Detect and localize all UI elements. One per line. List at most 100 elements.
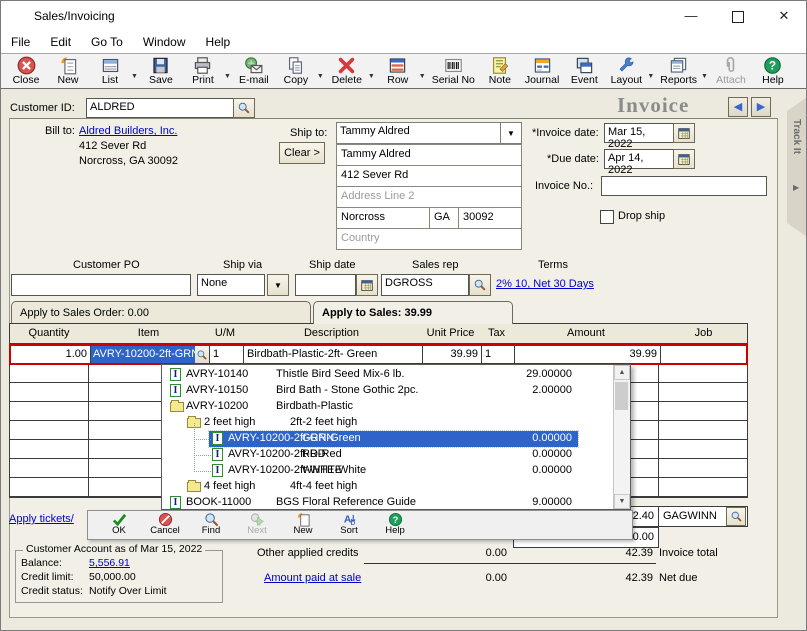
track-it-tab[interactable]: Track It ▶ xyxy=(787,97,807,237)
sales-tax-lookup-button[interactable] xyxy=(726,507,746,526)
item-lookup-button[interactable] xyxy=(195,346,210,363)
active-invoice-row[interactable]: 1.00 AVRY-10200-2ft-GRN 1 Birdbath-Plast… xyxy=(9,344,748,365)
note-button[interactable]: Note xyxy=(479,56,521,86)
lookup-row[interactable]: AVRY-10200 Birdbath-Plastic xyxy=(162,399,614,415)
menu-edit[interactable]: Edit xyxy=(40,35,81,49)
ship-via-select[interactable]: None xyxy=(197,274,265,296)
scroll-down-icon[interactable]: ▼ xyxy=(614,494,630,509)
clear-button[interactable]: Clear > xyxy=(279,142,325,164)
ship-date-calendar-button[interactable] xyxy=(356,274,378,296)
customer-po-input[interactable] xyxy=(11,274,191,296)
minimize-button[interactable]: — xyxy=(676,5,706,27)
ship-via-combo-arrow-icon[interactable]: ▼ xyxy=(267,274,289,296)
delete-dropdown-icon[interactable]: ▼ xyxy=(368,73,375,80)
ship-to-zip-field[interactable]: 30092 xyxy=(458,207,522,229)
customer-id-input[interactable]: ALDRED xyxy=(86,98,234,118)
tab-apply-to-sales[interactable]: Apply to Sales: 39.99 xyxy=(313,301,513,324)
lookup-row[interactable]: I AVRY-10150 Bird Bath - Stone Gothic 2p… xyxy=(162,383,614,399)
email-button[interactable]: E-mail xyxy=(233,56,275,86)
quantity-cell[interactable]: 1.00 xyxy=(11,346,91,363)
layout-button[interactable]: Layout xyxy=(605,56,647,86)
lookup-row[interactable]: 4 feet high 4ft-4 feet high xyxy=(162,479,614,495)
sales-rep-input[interactable]: DGROSS xyxy=(381,274,469,296)
ok-button[interactable]: OK xyxy=(96,512,142,536)
tax-cell[interactable]: 1 xyxy=(482,346,515,363)
menu-window[interactable]: Window xyxy=(133,35,196,49)
amount-paid-link[interactable]: Amount paid at sale xyxy=(264,572,361,584)
save-button[interactable]: Save xyxy=(140,56,182,86)
lookup-row[interactable]: I AVRY-10140 Thistle Bird Seed Mix-6 lb.… xyxy=(162,367,614,383)
print-dropdown-icon[interactable]: ▼ xyxy=(224,73,231,80)
um-cell[interactable]: 1 xyxy=(210,346,244,363)
drop-ship-checkbox[interactable] xyxy=(600,210,614,224)
copy-button[interactable]: Copy xyxy=(275,56,317,86)
print-button[interactable]: Print xyxy=(182,56,224,86)
ship-to-city-field[interactable]: Norcross xyxy=(336,207,430,229)
ship-to-address2-field[interactable]: Address Line 2 xyxy=(336,186,522,208)
menu-file[interactable]: File xyxy=(1,35,40,49)
previous-record-button[interactable]: ◀ xyxy=(728,97,748,117)
column-header-job[interactable]: Job xyxy=(659,327,748,339)
menu-help[interactable]: Help xyxy=(196,35,241,49)
tab-apply-to-sales-order[interactable]: Apply to Sales Order: 0.00 xyxy=(11,301,311,324)
invoice-no-input[interactable] xyxy=(601,176,767,196)
row-dropdown-icon[interactable]: ▼ xyxy=(419,73,426,80)
bill-to-customer-link[interactable]: Aldred Builders, Inc. xyxy=(79,125,177,137)
column-header-description[interactable]: Description xyxy=(242,327,421,339)
ship-to-address1-field[interactable]: 412 Sever Rd xyxy=(336,165,522,187)
description-cell[interactable]: Birdbath-Plastic-2ft- Green xyxy=(244,346,423,363)
sort-button[interactable]: Ab Sort xyxy=(326,512,372,536)
close-window-button[interactable]: ✕ xyxy=(769,5,799,27)
ship-to-combo-arrow-icon[interactable]: ▼ xyxy=(500,122,522,144)
sales-rep-lookup-button[interactable] xyxy=(469,274,491,296)
scroll-up-icon[interactable]: ▲ xyxy=(614,365,630,380)
item-edit-input[interactable]: AVRY-10200-2ft-GRN xyxy=(91,346,195,363)
menu-goto[interactable]: Go To xyxy=(81,35,133,49)
find-button[interactable]: Find xyxy=(188,512,234,536)
close-button[interactable]: Close xyxy=(5,56,47,86)
due-date-calendar-button[interactable] xyxy=(673,149,695,169)
invoice-date-input[interactable]: Mar 15, 2022 xyxy=(604,123,674,143)
apply-tickets-link[interactable]: Apply tickets/ xyxy=(9,513,74,525)
lookup-row[interactable]: I AVRY-10200-2ft-RD RD-Red 0.00000 xyxy=(162,447,614,463)
serial-no-button[interactable]: Serial No xyxy=(428,56,479,86)
journal-button[interactable]: Journal xyxy=(521,56,563,86)
help-button[interactable]: ? Help xyxy=(752,56,794,86)
scrollbar-thumb[interactable] xyxy=(615,382,628,410)
column-header-unit-price[interactable]: Unit Price xyxy=(421,327,480,339)
lookup-row[interactable]: 2 feet high 2ft-2 feet high xyxy=(162,415,614,431)
new-item-button[interactable]: New xyxy=(280,512,326,536)
cancel-button[interactable]: Cancel xyxy=(142,512,188,536)
customer-id-lookup-button[interactable] xyxy=(233,98,255,118)
next-record-button[interactable]: ▶ xyxy=(751,97,771,117)
ship-to-state-field[interactable]: GA xyxy=(429,207,459,229)
lookup-row[interactable]: I BOOK-11000 BGS Floral Reference Guide … xyxy=(162,495,614,511)
column-header-quantity[interactable]: Quantity xyxy=(9,327,89,339)
reports-dropdown-icon[interactable]: ▼ xyxy=(701,73,708,80)
job-cell[interactable] xyxy=(661,346,750,363)
list-dropdown-icon[interactable]: ▼ xyxy=(131,73,138,80)
new-button[interactable]: New xyxy=(47,56,89,86)
row-button[interactable]: Row xyxy=(377,56,419,86)
copy-dropdown-icon[interactable]: ▼ xyxy=(317,73,324,80)
list-button[interactable]: List xyxy=(89,56,131,86)
due-date-input[interactable]: Apr 14, 2022 xyxy=(604,149,674,169)
lookup-help-button[interactable]: ? Help xyxy=(372,512,418,536)
column-header-um[interactable]: U/M xyxy=(208,327,242,339)
ship-to-country-field[interactable]: Country xyxy=(336,228,522,250)
terms-link[interactable]: 2% 10, Net 30 Days xyxy=(496,278,594,290)
column-header-tax[interactable]: Tax xyxy=(480,327,513,339)
layout-dropdown-icon[interactable]: ▼ xyxy=(647,73,654,80)
column-header-amount[interactable]: Amount xyxy=(513,327,659,339)
column-header-item[interactable]: Item xyxy=(89,327,208,339)
maximize-button[interactable] xyxy=(723,5,753,27)
lookup-row[interactable]: I AVRY-10200-2ft-WHTE WHTE-White 0.00000 xyxy=(162,463,614,479)
reports-button[interactable]: Reports xyxy=(656,56,701,86)
delete-button[interactable]: Delete xyxy=(326,56,368,86)
ship-to-select[interactable]: Tammy Aldred xyxy=(336,122,501,144)
invoice-date-calendar-button[interactable] xyxy=(673,123,695,143)
amount-cell[interactable]: 39.99 xyxy=(515,346,661,363)
event-button[interactable]: Event xyxy=(563,56,605,86)
balance-link[interactable]: 5,556.91 xyxy=(89,557,130,569)
ship-date-input[interactable] xyxy=(295,274,356,296)
